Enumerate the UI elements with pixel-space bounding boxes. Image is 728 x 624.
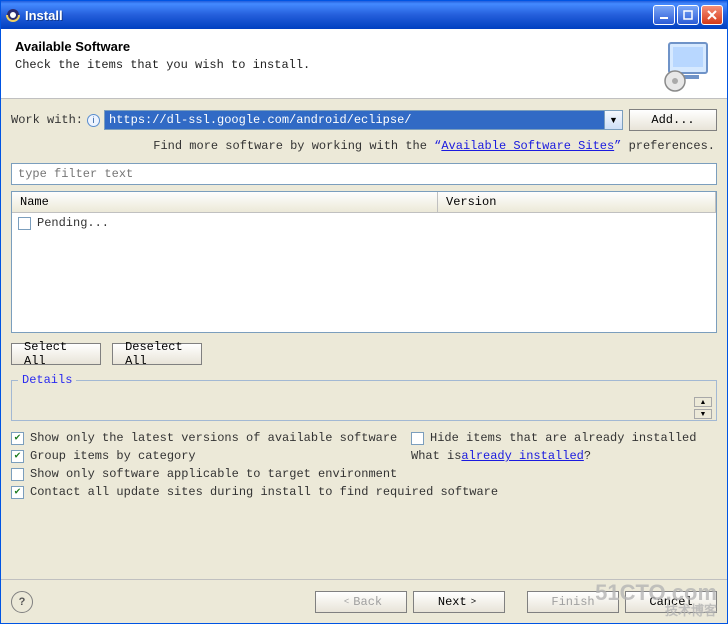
tree-header: Name Version: [12, 192, 716, 213]
lbl-latest: Show only the latest versions of availab…: [30, 431, 397, 445]
pending-checkbox[interactable]: [18, 217, 31, 230]
chk-hide[interactable]: [411, 432, 424, 445]
filter-input[interactable]: [11, 163, 717, 185]
add-button[interactable]: Add...: [629, 109, 717, 131]
pending-label: Pending...: [37, 216, 109, 230]
deselect-all-button[interactable]: Deselect All: [112, 343, 202, 365]
close-button[interactable]: [701, 5, 723, 25]
lbl-target: Show only software applicable to target …: [30, 467, 397, 481]
banner: Available Software Check the items that …: [1, 29, 727, 99]
already-installed-suffix: ?: [584, 449, 591, 463]
maximize-button[interactable]: [677, 5, 699, 25]
selection-buttons: Select All Deselect All: [11, 341, 717, 365]
back-button[interactable]: <Back: [315, 591, 407, 613]
tree-row-pending: Pending...: [18, 215, 710, 231]
details-legend: Details: [18, 373, 76, 387]
app-icon: [5, 7, 21, 23]
minimize-button[interactable]: [653, 5, 675, 25]
find-more-row: Find more software by working with the “…: [11, 135, 717, 163]
finish-button[interactable]: Finish: [527, 591, 619, 613]
work-with-combo[interactable]: ▼: [104, 110, 623, 130]
work-with-row: Work with: i ▼ Add...: [11, 109, 717, 131]
cancel-button[interactable]: Cancel: [625, 591, 717, 613]
find-more-prefix: Find more software by working with the: [153, 139, 434, 153]
help-button[interactable]: ?: [11, 591, 33, 613]
chk-contact[interactable]: ✔: [11, 486, 24, 499]
details-group: Details ▲ ▼: [11, 373, 717, 421]
banner-subtext: Check the items that you wish to install…: [15, 58, 713, 72]
details-scroll[interactable]: ▲ ▼: [694, 397, 712, 419]
next-button[interactable]: Next>: [413, 591, 505, 613]
software-tree[interactable]: Name Version Pending...: [11, 191, 717, 333]
col-name[interactable]: Name: [12, 192, 438, 212]
work-with-label: Work with:: [11, 113, 83, 127]
banner-heading: Available Software: [15, 39, 713, 54]
info-icon[interactable]: i: [87, 114, 100, 127]
col-version[interactable]: Version: [438, 192, 716, 212]
chk-target[interactable]: [11, 468, 24, 481]
select-all-button[interactable]: Select All: [11, 343, 101, 365]
lbl-hide: Hide items that are already installed: [430, 431, 696, 445]
combo-drop-button[interactable]: ▼: [604, 111, 622, 129]
lbl-group: Group items by category: [30, 449, 196, 463]
scroll-up-icon[interactable]: ▲: [694, 397, 712, 407]
chk-group[interactable]: ✔: [11, 450, 24, 463]
install-window: Install Available Software Check the ite…: [0, 0, 728, 624]
title-text: Install: [25, 8, 651, 23]
already-installed-link[interactable]: already installed: [461, 449, 583, 463]
find-more-suffix: preferences.: [621, 139, 715, 153]
scroll-down-icon[interactable]: ▼: [694, 409, 712, 419]
software-sites-link[interactable]: Available Software Sites: [441, 139, 614, 153]
banner-icon: [659, 37, 715, 93]
already-installed-prefix: What is: [411, 449, 461, 463]
titlebar[interactable]: Install: [1, 1, 727, 29]
options-grid: ✔ Show only the latest versions of avail…: [11, 429, 717, 501]
work-with-input[interactable]: [105, 111, 604, 129]
chk-latest[interactable]: ✔: [11, 432, 24, 445]
lbl-contact: Contact all update sites during install …: [30, 485, 498, 499]
wizard-footer: ? <Back Next> Finish Cancel: [1, 579, 727, 623]
